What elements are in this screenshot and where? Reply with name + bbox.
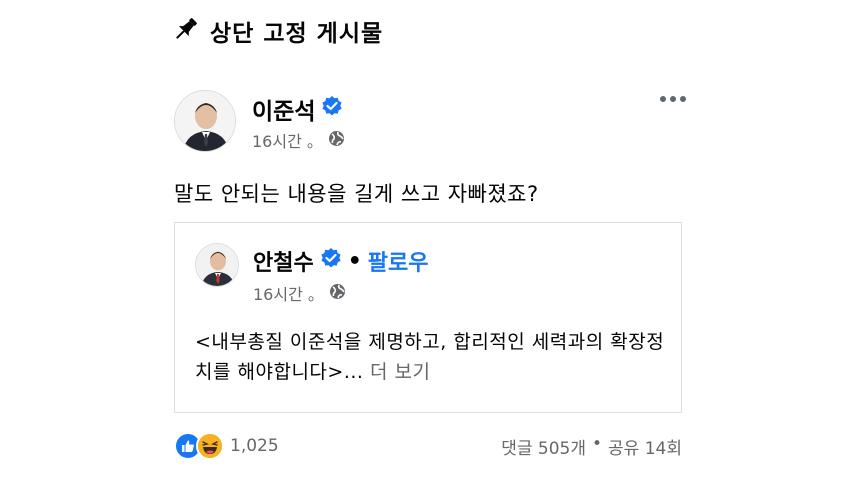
pushpin-icon [172,15,200,47]
post-header: 이준석 16시간 。 [174,90,686,152]
author-name-text[interactable]: 이준석 [252,92,315,126]
follow-button[interactable]: 팔로우 [368,245,429,277]
shared-author-name-text[interactable]: 안철수 [253,245,314,277]
stats-separator: • [592,434,603,454]
post-meta: 16시간 。 [252,128,345,152]
shares-count[interactable]: 공유 14회 [608,434,682,459]
engagement-stats: 댓글 505개 • 공유 14회 [501,434,682,459]
globe-icon [329,283,346,304]
reactions-summary[interactable]: 1,025 [174,432,279,460]
more-dot [680,96,686,102]
verified-badge-icon [321,95,343,123]
meta-dot: 。 [307,285,324,304]
shared-author-avatar[interactable] [195,243,239,287]
shared-post-body: <내부총질 이준석을 제명하고, 합리적인 세력과의 확장정치를 해야합니다>.… [195,327,675,387]
see-more-link[interactable]: 더 보기 [370,361,430,383]
author-avatar[interactable] [174,90,236,152]
more-options-icon[interactable] [660,96,686,102]
meta-dot: 。 [306,132,323,151]
verified-badge-icon [320,247,342,275]
shared-post-card[interactable]: 안철수 • 팔로우 16시간 。 <내부총질 이준석을 제명하고, 합리적인 세… [174,222,682,413]
pinned-post-header: 상단 고정 게시물 [172,14,383,48]
reaction-count[interactable]: 1,025 [230,436,279,456]
comments-count[interactable]: 댓글 505개 [501,434,586,459]
post-time[interactable]: 16시간 [252,128,302,152]
more-dot [670,96,676,102]
author-name[interactable]: 이준석 [252,92,343,126]
more-dot [660,96,666,102]
haha-reaction-icon [196,432,224,460]
post-footer: 1,025 댓글 505개 • 공유 14회 [174,432,682,462]
shared-post-time[interactable]: 16시간 [253,281,303,305]
pinned-label: 상단 고정 게시물 [210,21,384,47]
shared-author-name: 안철수 • 팔로우 [253,245,429,277]
name-follow-separator: • [347,248,362,274]
globe-icon [328,130,345,151]
shared-post-meta: 16시간 。 [253,281,346,305]
post-text: 말도 안되는 내용을 길게 쓰고 자빠졌죠? [174,182,539,206]
